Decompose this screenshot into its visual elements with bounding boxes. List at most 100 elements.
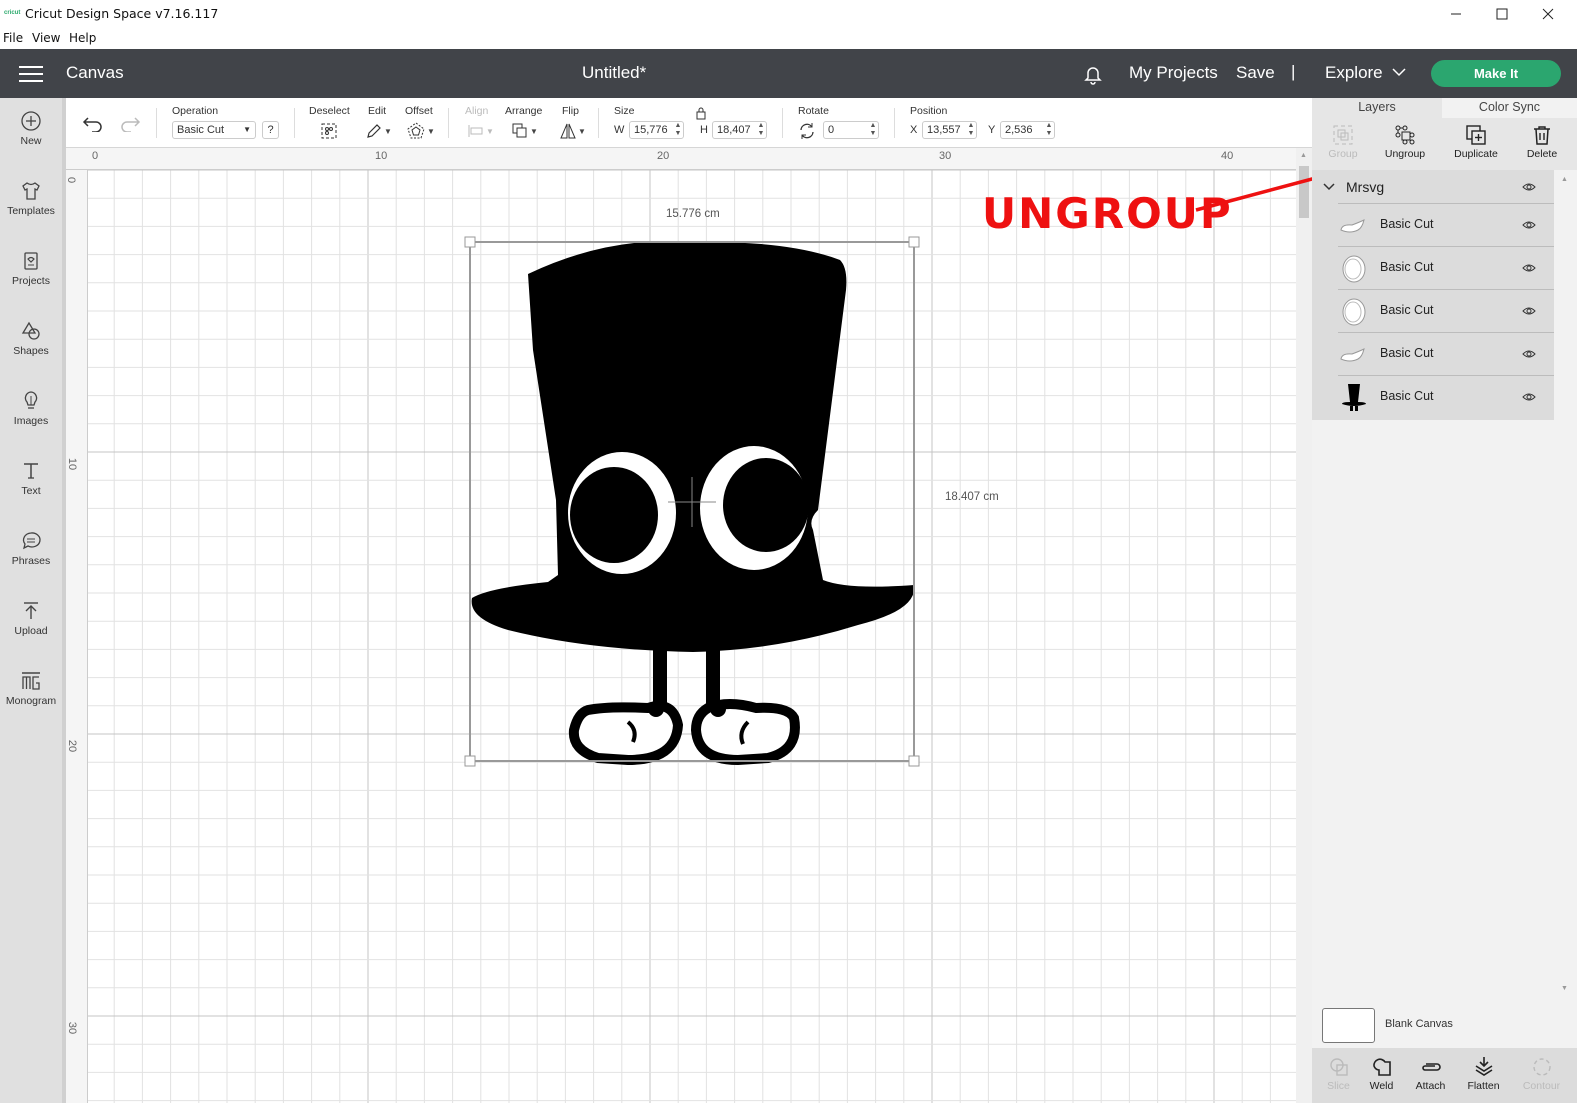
weld-button[interactable]: Weld (1355, 1056, 1408, 1092)
design-canvas[interactable]: 15.776 cm 18.407 cm (88, 170, 1296, 1103)
menu-file[interactable]: File (3, 31, 23, 45)
layer-row[interactable]: Basic Cut (1338, 375, 1554, 418)
right-shoe[interactable] (690, 699, 800, 766)
deselect-icon[interactable] (320, 122, 338, 140)
close-button[interactable] (1525, 0, 1571, 28)
ungroup-button[interactable]: Ungroup (1374, 124, 1436, 160)
sidebar-item-monogram[interactable]: Monogram (0, 670, 62, 730)
attach-button[interactable]: Attach (1404, 1056, 1457, 1092)
group-button[interactable]: Group (1312, 124, 1374, 160)
layer-group-mrsvg[interactable]: Mrsvg (1312, 170, 1554, 204)
scroll-up-arrow-icon[interactable]: ▲ (1300, 152, 1307, 159)
hamburger-menu-icon[interactable] (19, 66, 43, 82)
layer-row[interactable]: Basic Cut (1338, 332, 1554, 375)
save-button[interactable]: Save (1236, 63, 1275, 83)
section-title: Canvas (66, 63, 124, 82)
maximize-button[interactable] (1479, 0, 1525, 28)
rotate-stepper[interactable]: ▲ ▼ (869, 122, 877, 138)
resize-handle-bottom-left[interactable] (464, 755, 476, 767)
minimize-icon (1451, 13, 1461, 15)
window-title: Cricut Design Space v7.16.117 (25, 6, 219, 21)
sidebar-label: Images (13, 415, 49, 427)
menu-help[interactable]: Help (69, 31, 96, 45)
x-position-stepper[interactable]: ▲ ▼ (967, 122, 975, 138)
attach-label: Attach (1415, 1080, 1446, 1092)
layer-row[interactable]: Basic Cut (1338, 203, 1554, 246)
layer-thumbnail (1340, 219, 1365, 233)
sidebar-item-templates[interactable]: Templates (0, 180, 62, 240)
scroll-up-arrow-icon[interactable]: ▲ (1561, 176, 1568, 183)
selected-design[interactable] (88, 170, 1296, 1103)
offset-dropdown[interactable]: ▼ (407, 122, 435, 140)
sidebar-item-text[interactable]: Text (0, 460, 62, 520)
flatten-button[interactable]: Flatten (1457, 1056, 1510, 1092)
height-stepper[interactable]: ▲ ▼ (757, 122, 765, 138)
explore-dropdown[interactable]: Explore (1325, 63, 1407, 83)
resize-handle-top-left[interactable] (464, 236, 476, 248)
flip-dropdown[interactable]: ▼ (560, 122, 586, 140)
minimize-button[interactable] (1433, 0, 1479, 28)
eye-icon[interactable] (1522, 218, 1536, 232)
sidebar-label: Upload (14, 625, 48, 637)
contour-button[interactable]: Contour (1515, 1056, 1568, 1092)
operation-select[interactable]: Basic Cut ▼ (172, 121, 256, 139)
lightbulb-icon (24, 391, 38, 409)
edit-dropdown[interactable]: ▼ (366, 122, 392, 140)
lock-icon[interactable] (695, 107, 707, 120)
scrollbar-thumb[interactable] (1299, 166, 1309, 218)
redo-icon[interactable] (119, 114, 141, 132)
chevron-down-icon[interactable] (1323, 182, 1335, 192)
sidebar-item-projects[interactable]: Projects (0, 250, 62, 310)
eye-icon[interactable] (1522, 347, 1536, 361)
canvas-vertical-scrollbar[interactable]: ▲ (1296, 148, 1312, 1103)
group-icon (1333, 125, 1353, 145)
top-hat-image[interactable] (471, 241, 915, 708)
menu-view[interactable]: View (32, 31, 60, 45)
left-eye[interactable] (568, 452, 676, 574)
blank-canvas-swatch[interactable] (1322, 1008, 1375, 1043)
width-label: W (614, 124, 625, 136)
y-position-stepper[interactable]: ▲ ▼ (1045, 122, 1053, 138)
window-title-bar: cricut Cricut Design Space v7.16.117 (0, 0, 1577, 28)
layers-scrollbar[interactable]: ▲ ▼ (1554, 170, 1577, 1000)
width-stepper[interactable]: ▲ ▼ (674, 122, 682, 138)
explore-label: Explore (1325, 63, 1383, 82)
sidebar-item-upload[interactable]: Upload (0, 600, 62, 660)
tab-layers[interactable]: Layers (1312, 98, 1442, 118)
slice-label: Slice (1327, 1080, 1350, 1092)
resize-handle-bottom-right[interactable] (908, 755, 920, 767)
scroll-down-arrow-icon[interactable]: ▼ (1561, 985, 1568, 992)
eye-icon[interactable] (1522, 304, 1536, 318)
layer-row[interactable]: Basic Cut (1338, 289, 1554, 332)
notification-bell-icon[interactable] (1082, 63, 1104, 85)
undo-icon[interactable] (82, 114, 104, 132)
horizontal-ruler: 0 10 20 30 40 (66, 148, 1296, 170)
sidebar-item-phrases[interactable]: Phrases (0, 530, 62, 590)
sidebar-label: Phrases (11, 555, 51, 567)
align-dropdown[interactable]: ▼ (468, 122, 494, 140)
document-title: Untitled* (582, 63, 647, 82)
make-it-button[interactable]: Make It (1431, 60, 1561, 87)
arrange-dropdown[interactable]: ▼ (512, 122, 538, 140)
layer-name: Basic Cut (1380, 303, 1434, 317)
eye-icon[interactable] (1522, 390, 1536, 404)
layer-thumbnail (1340, 348, 1365, 362)
eye-icon[interactable] (1522, 181, 1536, 193)
sidebar-item-new[interactable]: New (0, 110, 62, 170)
tab-color-sync[interactable]: Color Sync (1442, 98, 1577, 118)
eye-icon[interactable] (1522, 261, 1536, 275)
operation-help-button[interactable]: ? (262, 121, 279, 139)
resize-handle-top-right[interactable] (908, 236, 920, 248)
sidebar-item-shapes[interactable]: Shapes (0, 320, 62, 380)
my-projects-link[interactable]: My Projects (1129, 63, 1218, 83)
delete-button[interactable]: Delete (1511, 124, 1573, 160)
duplicate-button[interactable]: Duplicate (1445, 124, 1507, 160)
pencil-icon (367, 124, 381, 138)
slice-icon (1329, 1058, 1348, 1076)
ruler-label: 30 (66, 1021, 79, 1035)
arrange-label: Arrange (505, 105, 543, 117)
layer-row[interactable]: Basic Cut (1338, 246, 1554, 289)
sidebar-item-images[interactable]: Images (0, 390, 62, 450)
rotate-icon[interactable] (798, 122, 816, 140)
left-shoe[interactable] (568, 701, 684, 766)
